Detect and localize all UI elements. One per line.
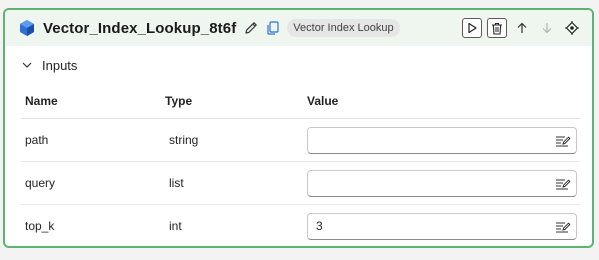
locate-button[interactable] [562, 18, 582, 38]
query-value-field[interactable] [307, 169, 577, 197]
trash-icon [491, 22, 503, 35]
edit-text-icon[interactable] [555, 177, 571, 191]
node-type-badge: Vector Index Lookup [287, 19, 400, 37]
move-down-button[interactable] [537, 18, 557, 38]
input-value-cell [307, 161, 580, 205]
inputs-section-label: Inputs [42, 57, 78, 73]
table-row: path string [21, 118, 580, 162]
chevron-down-icon [21, 59, 33, 71]
edit-text-icon[interactable] [555, 220, 571, 234]
input-name: query [21, 161, 165, 205]
column-header-value: Value [307, 84, 580, 119]
inputs-table: Name Type Value path string query list t… [21, 84, 580, 247]
run-button[interactable] [462, 18, 482, 38]
node-actions [462, 18, 582, 38]
edit-text-icon[interactable] [555, 134, 571, 148]
input-value-cell [307, 118, 580, 162]
arrow-up-icon [516, 22, 528, 34]
pencil-icon[interactable] [243, 20, 259, 36]
node-header: Vector_Index_Lookup_8t6f Vector Index Lo… [5, 10, 592, 46]
top-k-value: 3 [316, 219, 323, 233]
node-title: Vector_Index_Lookup_8t6f [43, 19, 237, 37]
table-row: query list [21, 161, 580, 205]
table-row: top_k int 3 [21, 205, 580, 247]
column-header-type: Type [165, 84, 307, 119]
inputs-section-toggle[interactable]: Inputs [5, 46, 592, 84]
input-name: top_k [25, 219, 55, 233]
move-up-button[interactable] [512, 18, 532, 38]
input-name: path [21, 118, 165, 162]
vector-index-icon [18, 19, 36, 37]
top-k-value-field[interactable]: 3 [307, 212, 577, 240]
delete-button[interactable] [487, 18, 507, 38]
locate-icon [565, 21, 579, 35]
node-card: Vector_Index_Lookup_8t6f Vector Index Lo… [3, 8, 594, 248]
input-value-cell: 3 [307, 205, 580, 247]
table-header-row: Name Type Value [21, 84, 580, 119]
input-type: string [165, 118, 307, 162]
input-type: int [169, 219, 182, 233]
play-icon [466, 22, 478, 34]
input-type: list [165, 161, 307, 205]
path-value-field[interactable] [307, 126, 577, 154]
column-header-name: Name [21, 84, 165, 119]
copy-icon[interactable] [265, 20, 281, 36]
arrow-down-icon [541, 22, 553, 34]
